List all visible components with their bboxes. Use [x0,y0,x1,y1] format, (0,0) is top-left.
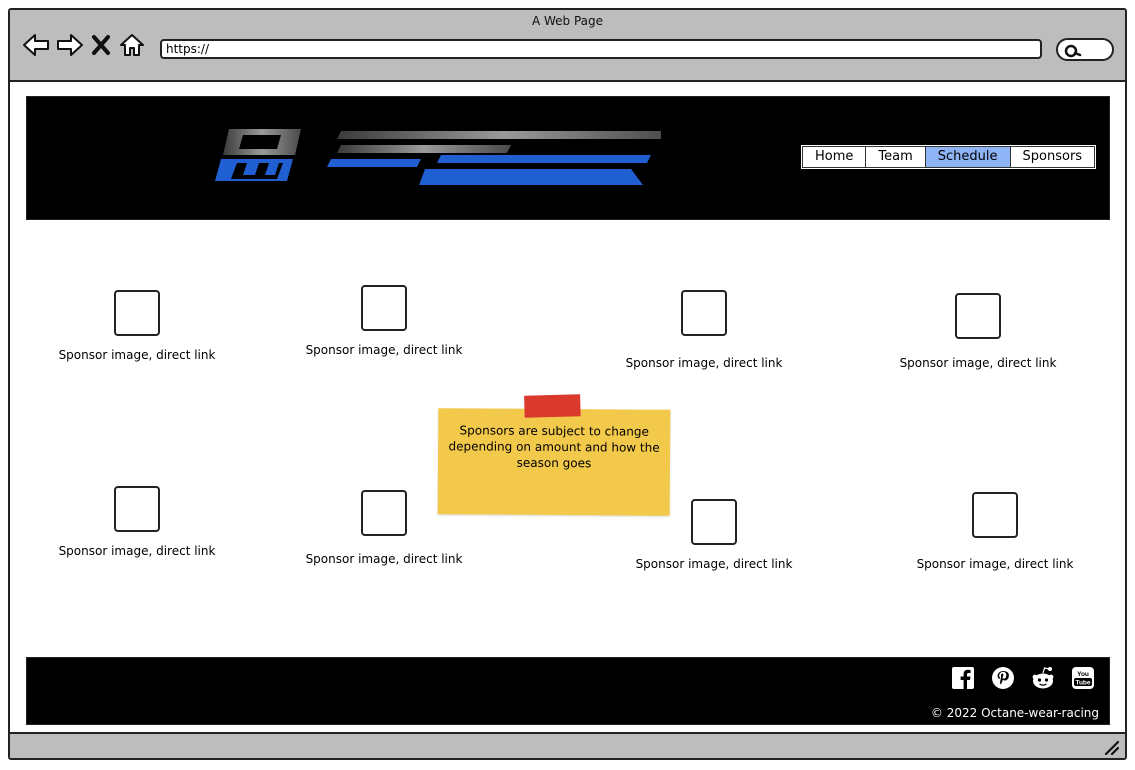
sponsor-image-placeholder[interactable] [955,293,1001,339]
copyright-text: © 2022 Octane-wear-racing [930,706,1099,720]
browser-nav-buttons [22,32,146,58]
sponsor-image-placeholder[interactable] [681,290,727,336]
site-header: Home Team Schedule Sponsors [26,96,1110,220]
sponsor-card[interactable]: Sponsor image, direct link [895,492,1095,571]
back-arrow-icon[interactable] [22,32,50,58]
sponsor-link[interactable]: Sponsor image, direct link [284,552,484,566]
sponsor-image-placeholder[interactable] [361,490,407,536]
sponsor-image-placeholder[interactable] [114,290,160,336]
sponsor-card[interactable]: Sponsor image, direct link [284,285,484,357]
resize-grip-icon[interactable] [1103,739,1119,755]
nav-home[interactable]: Home [802,146,867,168]
browser-window: A Web Page https:// Home Team Schedule S… [8,8,1127,760]
sponsor-link[interactable]: Sponsor image, direct link [614,557,814,571]
sponsor-card[interactable]: Sponsor image, direct link [614,499,814,571]
stop-icon[interactable] [90,32,112,58]
sponsor-card[interactable]: Sponsor image, direct link [284,490,484,566]
sponsor-image-placeholder[interactable] [114,486,160,532]
sponsor-link[interactable]: Sponsor image, direct link [284,343,484,357]
social-links: You Tube [951,666,1095,690]
url-input[interactable]: https:// [160,39,1042,59]
sponsor-image-placeholder[interactable] [972,492,1018,538]
youtube-icon[interactable]: You Tube [1071,666,1095,690]
sponsor-link[interactable]: Sponsor image, direct link [604,356,804,370]
forward-arrow-icon[interactable] [56,32,84,58]
nav-team[interactable]: Team [866,146,926,168]
search-icon [1064,44,1082,58]
sticky-note-text: Sponsors are subject to change depending… [448,423,660,471]
sponsor-card[interactable]: Sponsor image, direct link [604,290,804,370]
browser-search-button[interactable] [1056,38,1114,61]
sponsor-card[interactable]: Sponsor image, direct link [37,290,237,362]
main-nav: Home Team Schedule Sponsors [801,145,1097,169]
svg-text:Tube: Tube [1075,680,1090,687]
home-icon[interactable] [118,32,146,58]
sponsor-link[interactable]: Sponsor image, direct link [895,557,1095,571]
nav-schedule[interactable]: Schedule [925,146,1011,168]
octane-wear-logo[interactable] [211,125,671,193]
sponsor-link[interactable]: Sponsor image, direct link [878,356,1078,370]
tape-decoration [524,394,581,418]
sponsor-image-placeholder[interactable] [691,499,737,545]
reddit-icon[interactable] [1031,666,1055,690]
nav-sponsors[interactable]: Sponsors [1010,146,1096,168]
browser-status-bar [10,732,1125,758]
browser-chrome: A Web Page https:// [10,10,1125,82]
site-footer: You Tube © 2022 Octane-wear-racing [26,657,1110,725]
page-content: Home Team Schedule Sponsors Sponsor imag… [10,84,1125,732]
facebook-icon[interactable] [951,666,975,690]
svg-text:You: You [1077,671,1089,678]
sponsor-link[interactable]: Sponsor image, direct link [37,348,237,362]
sponsor-card[interactable]: Sponsor image, direct link [37,486,237,558]
pinterest-icon[interactable] [991,666,1015,690]
window-title: A Web Page [531,14,604,28]
sponsor-card[interactable]: Sponsor image, direct link [878,293,1078,370]
sponsor-image-placeholder[interactable] [361,285,407,331]
sponsor-link[interactable]: Sponsor image, direct link [37,544,237,558]
